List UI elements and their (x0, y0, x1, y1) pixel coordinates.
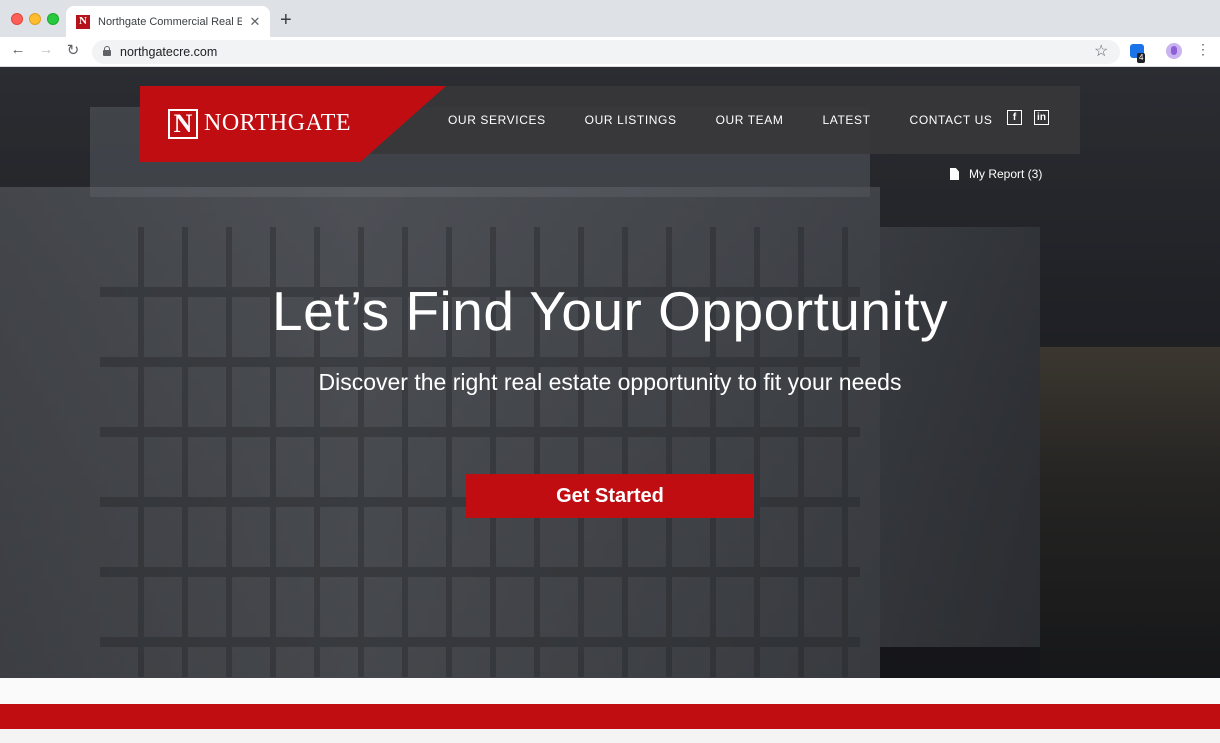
site-navbar: N NORTHGATE OUR SERVICES OUR LISTINGS OU… (140, 86, 1080, 162)
red-accent-band (0, 704, 1220, 729)
nav-contact-us[interactable]: CONTACT US (910, 113, 993, 127)
url-text: northgatecre.com (120, 45, 218, 59)
new-tab-button[interactable]: + (280, 10, 292, 30)
tab-close-icon[interactable]: ✕ (248, 14, 262, 30)
nav-latest[interactable]: LATEST (822, 113, 870, 127)
main-nav: OUR SERVICES OUR LISTINGS OUR TEAM LATES… (448, 86, 1031, 154)
section-divider (0, 678, 1220, 704)
window-close-button[interactable] (11, 13, 23, 25)
profile-avatar-icon[interactable] (1166, 43, 1182, 59)
hero-subhead: Discover the right real estate opportuni… (318, 369, 902, 395)
document-icon (950, 168, 959, 180)
lock-icon (103, 46, 111, 56)
my-report-link[interactable]: My Report (3) (950, 167, 1042, 181)
browser-toolbar: ← → ↻ northgatecre.com ☆ (0, 37, 1220, 67)
reload-icon[interactable]: ↻ (63, 41, 83, 59)
address-bar[interactable]: northgatecre.com ☆ (92, 40, 1120, 64)
bookmark-star-icon[interactable]: ☆ (1094, 41, 1108, 61)
back-arrow-icon[interactable]: ← (8, 41, 28, 58)
logo-text: NORTHGATE (204, 110, 352, 136)
forward-arrow-icon[interactable]: → (36, 41, 56, 58)
window-zoom-button[interactable] (47, 13, 59, 25)
facebook-icon[interactable]: f (1007, 110, 1022, 125)
browser-tab-bar: N Northgate Commercial Real Estate ✕ + (0, 0, 1220, 37)
nav-our-team[interactable]: OUR TEAM (716, 113, 784, 127)
site-favicon-icon: N (76, 14, 90, 29)
tab-title: Northgate Commercial Real Estate (98, 15, 242, 28)
extension-badge: 4 (1137, 53, 1146, 63)
linkedin-icon[interactable]: in (1034, 110, 1049, 125)
nav-our-listings[interactable]: OUR LISTINGS (585, 113, 677, 127)
site-logo[interactable]: N NORTHGATE (140, 86, 446, 162)
window-minimize-button[interactable] (29, 13, 41, 25)
get-started-button[interactable]: Get Started (466, 474, 754, 518)
browser-menu-icon[interactable]: ⋮ (1196, 42, 1210, 56)
nav-our-services[interactable]: OUR SERVICES (448, 113, 546, 127)
my-report-label: My Report (3) (969, 167, 1043, 181)
browser-tab[interactable]: N Northgate Commercial Real Estate ✕ (66, 6, 270, 37)
hero-section: N NORTHGATE OUR SERVICES OUR LISTINGS OU… (0, 67, 1220, 678)
next-section-preview (0, 729, 1220, 743)
logo-n-icon: N (168, 109, 198, 139)
hero-headline: Let’s Find Your Opportunity (272, 280, 948, 342)
